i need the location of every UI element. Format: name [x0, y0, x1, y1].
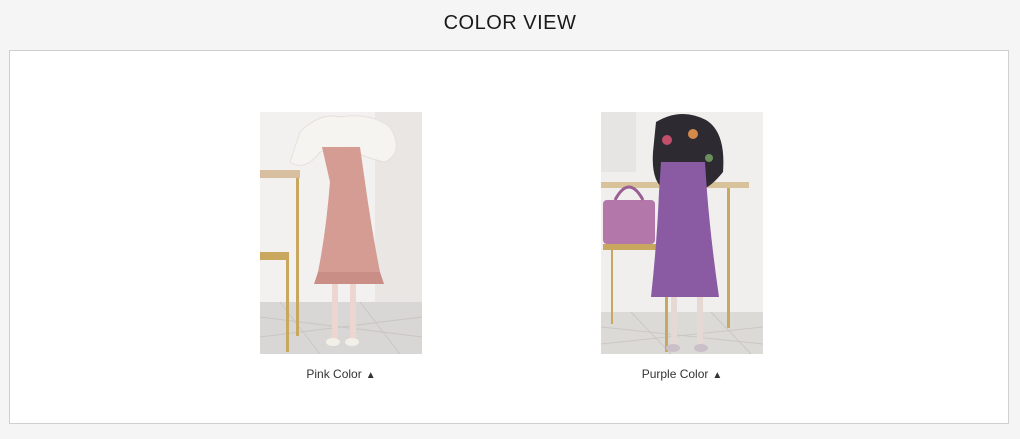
pink-color-photo[interactable] [260, 112, 422, 354]
purple-color-caption[interactable]: Purple Color ▲ [582, 367, 782, 381]
pink-color-caption[interactable]: Pink Color ▲ [241, 367, 441, 381]
color-view-panel: Pink Color ▲ Purple Color ▲ [9, 50, 1009, 424]
purple-color-label: Purple Color [641, 367, 709, 381]
up-triangle-icon: ▲ [712, 370, 723, 381]
purple-color-photo[interactable] [601, 112, 763, 354]
page-title: COLOR VIEW [443, 12, 577, 34]
up-triangle-icon: ▲ [365, 370, 376, 381]
pink-color-label: Pink Color [306, 367, 362, 381]
